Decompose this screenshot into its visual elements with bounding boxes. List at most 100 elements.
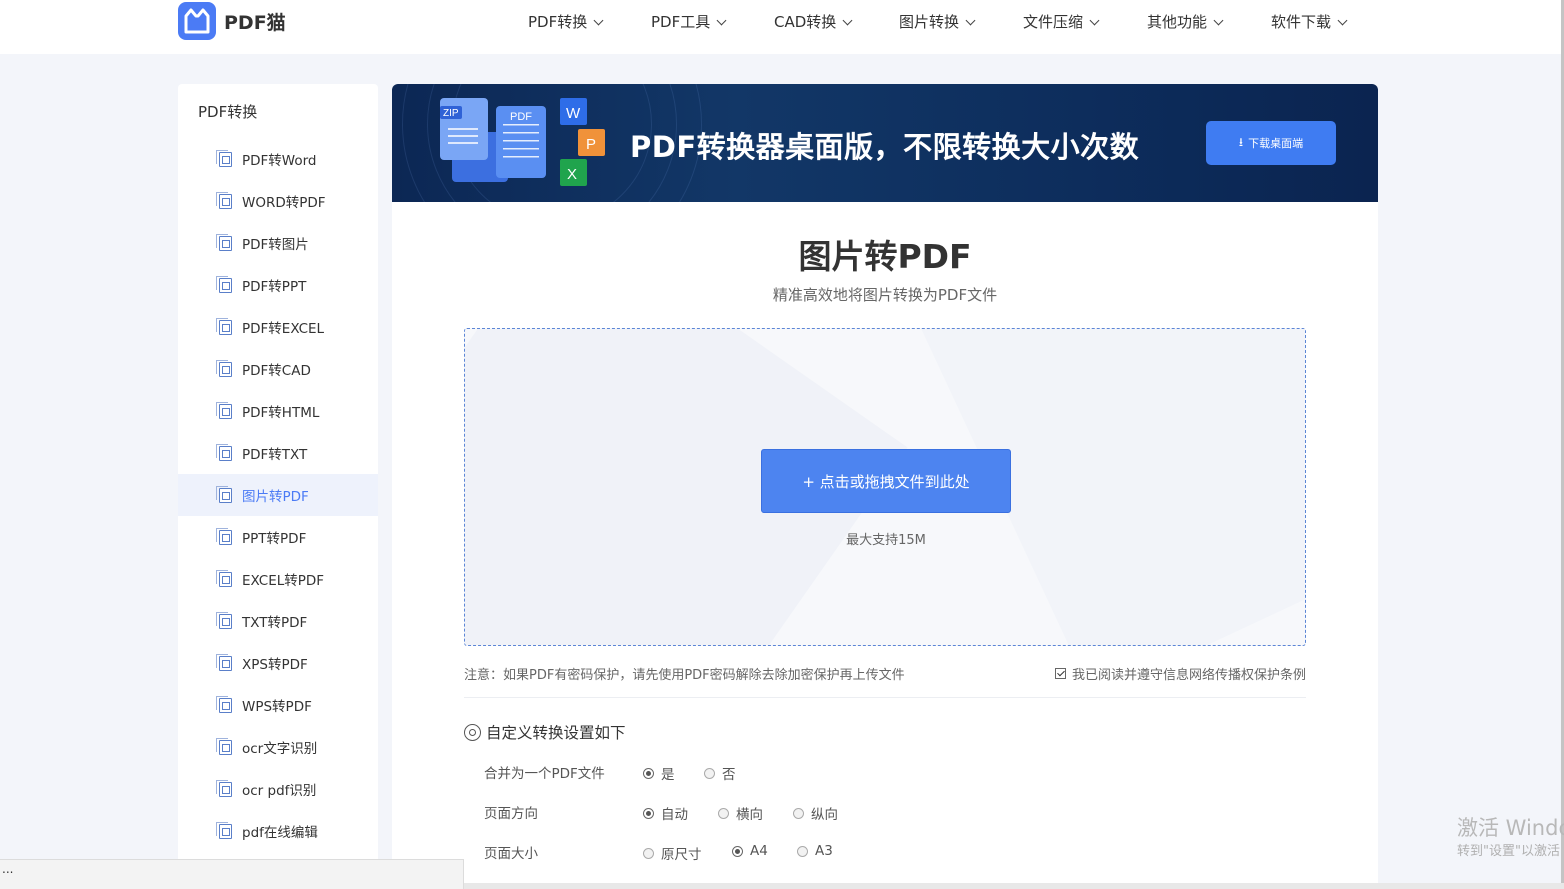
sidebar-item-xps-to-pdf[interactable]: XPS转PDF	[178, 642, 378, 684]
nav-label: PDF转换	[528, 13, 588, 31]
file-icon	[216, 611, 232, 629]
sidebar-item-pdf-to-image[interactable]: PDF转图片	[178, 222, 378, 264]
sidebar-item-pdf-to-word[interactable]: PDF转Word	[178, 138, 378, 180]
upload-file-button[interactable]: + 点击或拖拽文件到此处	[761, 449, 1011, 513]
excel-tag: X	[567, 166, 577, 183]
nav-label: 文件压缩	[1023, 13, 1084, 31]
radio-size-original[interactable]: 原尺寸	[643, 843, 702, 863]
sidebar-item-pdf-to-excel[interactable]: PDF转EXCEL	[178, 306, 378, 348]
file-icon	[216, 779, 232, 797]
file-icon	[216, 149, 232, 167]
sidebar-item-label: PDF转Word	[242, 153, 317, 169]
settings-title: 自定义转换设置如下	[464, 721, 626, 743]
nav-label: 其他功能	[1147, 13, 1208, 31]
zip-tag: ZIP	[443, 108, 459, 119]
activation-watermark-subtitle: 转到"设置"以激活	[1457, 844, 1560, 859]
download-desktop-button[interactable]: ⭳ 下载桌面端	[1206, 121, 1336, 165]
sidebar-item-image-to-pdf[interactable]: 图片转PDF	[178, 474, 378, 516]
sidebar-item-label: WORD转PDF	[242, 195, 326, 211]
sidebar-item-word-to-pdf[interactable]: WORD转PDF	[178, 180, 378, 222]
radio-unselected-icon[interactable]	[718, 807, 729, 819]
nav-image-convert[interactable]: 图片转换	[899, 11, 976, 32]
sidebar-item-pdf-to-ppt[interactable]: PDF转PPT	[178, 264, 378, 306]
radio-orientation-auto[interactable]: 自动	[643, 803, 688, 823]
file-icon	[216, 401, 232, 419]
radio-unselected-icon[interactable]	[643, 847, 654, 859]
option-merge-pdf: 合并为一个PDF文件 是 否	[484, 762, 1304, 783]
radio-size-a3[interactable]: A3	[797, 843, 833, 859]
file-icon	[216, 485, 232, 503]
sidebar-item-label: PDF转HTML	[242, 405, 320, 421]
file-icon	[216, 695, 232, 713]
file-icon	[216, 653, 232, 671]
radio-label[interactable]: 自动	[661, 803, 688, 823]
sidebar-item-ppt-to-pdf[interactable]: PPT转PDF	[178, 516, 378, 558]
radio-orientation-portrait[interactable]: 纵向	[793, 803, 838, 823]
brand-name[interactable]: PDF猫	[224, 8, 286, 35]
nav-file-compress[interactable]: 文件压缩	[1023, 11, 1100, 32]
radio-label[interactable]: 纵向	[811, 803, 838, 823]
radio-label[interactable]: A3	[815, 843, 833, 859]
radio-size-a4[interactable]: A4	[732, 843, 768, 859]
password-notice: 注意：如果PDF有密码保护，请先使用PDF密码解除去除加密保护再上传文件	[464, 668, 905, 683]
file-icon	[216, 317, 232, 335]
file-formats-illustration-icon: ZIP PDF W P X	[440, 98, 605, 186]
main-panel: ZIP PDF W P X PDF转换器桌面版，不限转换大小次数 ⭳ 下载桌面端 …	[392, 84, 1378, 889]
sidebar-item-pdf-to-html[interactable]: PDF转HTML	[178, 390, 378, 432]
settings-gear-icon	[464, 723, 481, 741]
nav-other-features[interactable]: 其他功能	[1147, 11, 1224, 32]
chevron-down-icon	[1089, 15, 1100, 26]
brand-logo-icon[interactable]	[178, 2, 216, 40]
radio-unselected-icon[interactable]	[704, 767, 715, 779]
radio-unselected-icon[interactable]	[797, 845, 808, 857]
option-label: 页面大小	[484, 846, 538, 862]
radio-merge-yes[interactable]: 是	[643, 763, 675, 783]
sidebar-title: PDF转换	[198, 103, 258, 121]
horizontal-scrollbar[interactable]	[464, 883, 1564, 889]
file-icon	[216, 443, 232, 461]
radio-orientation-landscape[interactable]: 横向	[718, 803, 763, 823]
nav-cad-convert[interactable]: CAD转换	[774, 11, 853, 32]
chevron-down-icon	[1213, 15, 1224, 26]
sidebar-item-wps-to-pdf[interactable]: WPS转PDF	[178, 684, 378, 726]
radio-label[interactable]: 否	[722, 763, 736, 783]
radio-selected-icon[interactable]	[643, 767, 654, 779]
page-title: 图片转PDF	[798, 237, 972, 276]
sidebar-item-excel-to-pdf[interactable]: EXCEL转PDF	[178, 558, 378, 600]
file-icon	[216, 275, 232, 293]
sidebar-item-ocr-pdf[interactable]: ocr pdf识别	[178, 768, 378, 810]
sidebar-item-label: XPS转PDF	[242, 657, 308, 673]
radio-selected-icon[interactable]	[732, 845, 743, 857]
agree-terms-checkbox[interactable]: 我已阅读并遵守信息网络传播权保护条例	[1054, 664, 1306, 683]
sidebar-item-pdf-to-txt[interactable]: PDF转TXT	[178, 432, 378, 474]
radio-label[interactable]: A4	[750, 843, 768, 859]
file-icon	[216, 359, 232, 377]
radio-unselected-icon[interactable]	[793, 807, 804, 819]
page-subtitle: 精准高效地将图片转换为PDF文件	[772, 286, 998, 304]
agree-terms-label[interactable]: 我已阅读并遵守信息网络传播权保护条例	[1072, 664, 1306, 683]
radio-merge-no[interactable]: 否	[704, 763, 736, 783]
radio-label[interactable]: 横向	[736, 803, 763, 823]
promo-banner[interactable]: ZIP PDF W P X PDF转换器桌面版，不限转换大小次数 ⭳ 下载桌面端	[392, 84, 1378, 202]
sidebar-item-ocr-text[interactable]: ocr文字识别	[178, 726, 378, 768]
radio-label[interactable]: 是	[661, 763, 675, 783]
radio-selected-icon[interactable]	[643, 807, 654, 819]
nav-label: 软件下载	[1271, 13, 1332, 31]
sidebar-item-pdf-to-cad[interactable]: PDF转CAD	[178, 348, 378, 390]
upload-size-hint: 最大支持15M	[846, 533, 926, 548]
radio-label[interactable]: 原尺寸	[661, 843, 702, 863]
nav-software-download[interactable]: 软件下载	[1271, 11, 1348, 32]
sidebar: PDF转换 PDF转Word WORD转PDF PDF转图片 PDF转PPT P…	[178, 84, 378, 889]
pdf-tag: PDF	[510, 111, 532, 123]
sidebar-item-pdf-online-edit[interactable]: pdf在线编辑	[178, 810, 378, 852]
file-dropzone[interactable]: + 点击或拖拽文件到此处 最大支持15M	[464, 328, 1306, 646]
nav-pdf-tools[interactable]: PDF工具	[651, 11, 727, 32]
nav-pdf-convert[interactable]: PDF转换	[528, 11, 604, 32]
sidebar-item-label: PDF转EXCEL	[242, 321, 325, 337]
checkbox-checked-icon[interactable]	[1054, 668, 1066, 679]
sidebar-item-label: 图片转PDF	[242, 489, 309, 505]
divider	[464, 697, 1306, 698]
sidebar-item-label: PPT转PDF	[242, 531, 307, 547]
chevron-down-icon	[593, 15, 604, 26]
sidebar-item-txt-to-pdf[interactable]: TXT转PDF	[178, 600, 378, 642]
